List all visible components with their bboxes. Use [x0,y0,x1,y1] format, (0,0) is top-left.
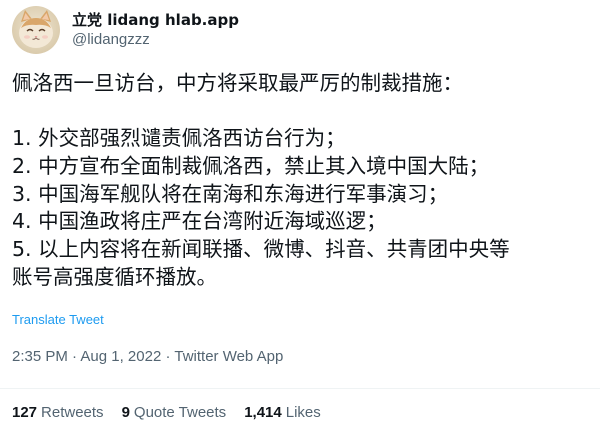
divider [0,388,600,389]
quote-tweets-count: 9 [121,404,130,421]
tweet-line: 3. 中国海军舰队将在南海和东海进行军事演习； [12,181,449,206]
display-name[interactable]: 立党 lidang hlab.app [72,10,239,30]
tweet-stats: 127 Retweets 9 Quote Tweets 1,414 Likes [12,403,339,423]
tweet-line: 1. 外交部强烈谴责佩洛西访台行为； [12,126,346,151]
tweet-line: 佩洛西一旦访台，中方将采取最严厉的制裁措施： [12,71,463,95]
author-names: 立党 lidang hlab.app @lidangzzz [72,10,239,50]
quote-tweets-stat[interactable]: 9 Quote Tweets [122,403,227,423]
likes-label: Likes [285,404,321,421]
retweets-stat[interactable]: 127 Retweets [12,403,104,423]
avatar[interactable] [12,6,60,54]
tweet-meta: 2:35 PM · Aug 1, 2022 · Twitter Web App [12,347,283,367]
quote-tweets-label: Quote Tweets [133,404,227,421]
translate-tweet-link[interactable]: Translate Tweet [12,312,104,328]
tweet-line: 5. 以上内容将在新闻联播、微博、抖音、共青团中央等 [12,237,510,262]
tweet-header: 立党 lidang hlab.app @lidangzzz [12,6,239,54]
tweet-date[interactable]: Aug 1, 2022 [80,348,161,365]
meta-separator: · [67,348,81,365]
tweet-source[interactable]: Twitter Web App [174,348,283,365]
tweet-line: 账号高强度循环播放。 [12,264,217,289]
tweet-text: 佩洛西一旦访台，中方将采取最严厉的制裁措施： 1. 外交部强烈谴责佩洛西访台行为… [12,70,600,292]
retweets-label: Retweets [41,404,104,421]
user-handle[interactable]: @lidangzzz [72,30,239,50]
cat-avatar-icon [12,6,60,54]
tweet-time[interactable]: 2:35 PM [12,348,68,365]
tweet-line: 4. 中国渔政将庄严在台湾附近海域巡逻； [12,209,387,234]
likes-count: 1,414 [244,404,282,421]
retweets-count: 127 [12,404,38,421]
likes-stat[interactable]: 1,414 Likes [244,403,321,423]
tweet-line: 2. 中方宣布全面制裁佩洛西，禁止其入境中国大陆； [12,154,490,179]
tweet: 立党 lidang hlab.app @lidangzzz 佩洛西一旦访台，中方… [0,0,600,428]
meta-separator: · [161,348,175,365]
